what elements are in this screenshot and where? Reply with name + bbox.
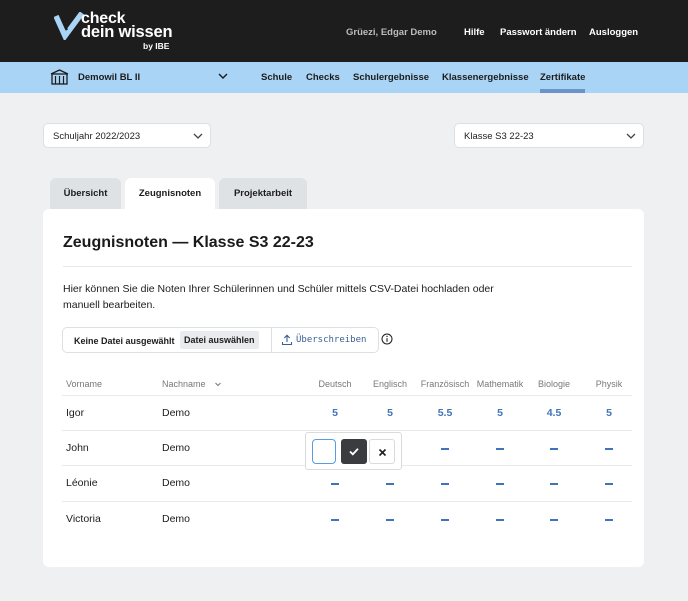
empty-grade-cell[interactable]: [496, 448, 504, 450]
nav-zertifikate[interactable]: Zertifikate: [540, 72, 586, 93]
divider: [62, 501, 632, 502]
cell-nachname: Demo: [162, 407, 191, 419]
column-header-mathematik[interactable]: Mathematik: [470, 379, 530, 389]
empty-grade-cell[interactable]: [496, 519, 504, 521]
cell-nachname: Demo: [162, 442, 191, 454]
sort-chevron-icon[interactable]: [214, 381, 222, 388]
column-header-englisch[interactable]: Englisch: [360, 379, 420, 389]
empty-grade-cell[interactable]: [496, 483, 504, 485]
divider: [63, 266, 632, 267]
class-value: Klasse S3 22-23: [464, 131, 534, 142]
greeting: Grüezi, Edgar Demo: [346, 27, 437, 38]
cell-vorname: Igor: [66, 407, 85, 419]
chevron-down-icon: [626, 133, 636, 139]
divider: [271, 328, 272, 352]
cell-nachname: Demo: [162, 477, 191, 489]
empty-grade-cell[interactable]: [605, 519, 613, 521]
top-bar: check dein wissen by IBE Grüezi, Edgar D…: [0, 0, 688, 62]
grade-editor-popover: [305, 432, 402, 470]
divider: [62, 395, 632, 396]
empty-grade-cell[interactable]: [331, 519, 339, 521]
tab-uebersicht[interactable]: Übersicht: [50, 178, 121, 210]
logo-text-dein-wissen: dein wissen: [81, 23, 173, 41]
column-header-franzoesisch[interactable]: Französisch: [415, 379, 475, 389]
column-header-vorname[interactable]: Vorname: [66, 379, 102, 389]
column-header-deutsch[interactable]: Deutsch: [305, 379, 365, 389]
grade-cell[interactable]: 5: [579, 407, 639, 419]
nav-schule[interactable]: Schule: [261, 72, 292, 83]
chevron-down-icon: [193, 133, 203, 139]
cell-vorname: John: [66, 442, 89, 454]
empty-grade-cell[interactable]: [441, 448, 449, 450]
cell-vorname: Victoria: [66, 513, 101, 525]
empty-grade-cell[interactable]: [331, 483, 339, 485]
csv-upload: Keine Datei ausgewählt Datei auswählen Ü…: [62, 327, 379, 353]
close-icon: [378, 448, 387, 457]
empty-grade-cell[interactable]: [605, 483, 613, 485]
grade-cell[interactable]: 5.5: [415, 407, 475, 419]
chevron-down-icon[interactable]: [217, 71, 229, 81]
overwrite-button[interactable]: Überschreiben: [296, 335, 366, 345]
choose-file-button[interactable]: Datei auswählen: [180, 331, 259, 349]
check-icon: [349, 448, 359, 456]
grade-cell[interactable]: 5: [360, 407, 420, 419]
class-select[interactable]: Klasse S3 22-23: [454, 123, 644, 148]
nav-klassenergebnisse[interactable]: Klassenergebnisse: [442, 72, 529, 83]
empty-grade-cell[interactable]: [441, 483, 449, 485]
grades-card: Zeugnisnoten — Klasse S3 22-23 Hier könn…: [43, 209, 644, 567]
cancel-button[interactable]: [369, 439, 395, 464]
school-year-select[interactable]: Schuljahr 2022/2023: [43, 123, 211, 148]
check-logo-icon: [54, 12, 84, 40]
school-name[interactable]: Demowil BL II: [78, 72, 140, 83]
empty-grade-cell[interactable]: [550, 483, 558, 485]
tab-zeugnisnoten[interactable]: Zeugnisnoten: [125, 178, 215, 210]
column-header-physik[interactable]: Physik: [579, 379, 639, 389]
main-nav: Demowil BL II Schule Checks Schulergebni…: [0, 62, 688, 93]
cell-nachname: Demo: [162, 513, 191, 525]
empty-grade-cell[interactable]: [386, 483, 394, 485]
column-header-nachname[interactable]: Nachname: [162, 379, 206, 389]
tab-projektarbeit[interactable]: Projektarbeit: [219, 178, 307, 210]
confirm-button[interactable]: [341, 439, 367, 464]
help-link[interactable]: Hilfe: [464, 27, 485, 38]
grade-cell[interactable]: 5: [305, 407, 365, 419]
cell-vorname: Léonie: [66, 477, 98, 489]
grade-cell[interactable]: 4.5: [524, 407, 584, 419]
change-password-link[interactable]: Passwort ändern: [500, 27, 577, 38]
school-year-value: Schuljahr 2022/2023: [53, 131, 141, 142]
column-header-biologie[interactable]: Biologie: [524, 379, 584, 389]
school-building-icon: [50, 69, 69, 85]
empty-grade-cell[interactable]: [386, 519, 394, 521]
grade-cell[interactable]: 5: [470, 407, 530, 419]
logo[interactable]: check dein wissen by IBE: [54, 10, 214, 54]
empty-grade-cell[interactable]: [550, 519, 558, 521]
no-file-label: Keine Datei ausgewählt: [74, 336, 175, 346]
logo-text-by-ibe: by IBE: [143, 41, 170, 51]
empty-grade-cell[interactable]: [441, 519, 449, 521]
nav-schulergebnisse[interactable]: Schulergebnisse: [353, 72, 429, 83]
nav-checks[interactable]: Checks: [306, 72, 340, 83]
empty-grade-cell[interactable]: [550, 448, 558, 450]
description: Hier können Sie die Noten Ihrer Schüleri…: [63, 283, 494, 311]
empty-grade-cell[interactable]: [605, 448, 613, 450]
upload-icon: [281, 334, 293, 346]
grade-input[interactable]: [312, 439, 336, 464]
logout-link[interactable]: Ausloggen: [589, 27, 638, 38]
info-icon[interactable]: [381, 333, 393, 345]
divider: [62, 430, 632, 431]
page-title: Zeugnisnoten — Klasse S3 22-23: [63, 234, 314, 251]
